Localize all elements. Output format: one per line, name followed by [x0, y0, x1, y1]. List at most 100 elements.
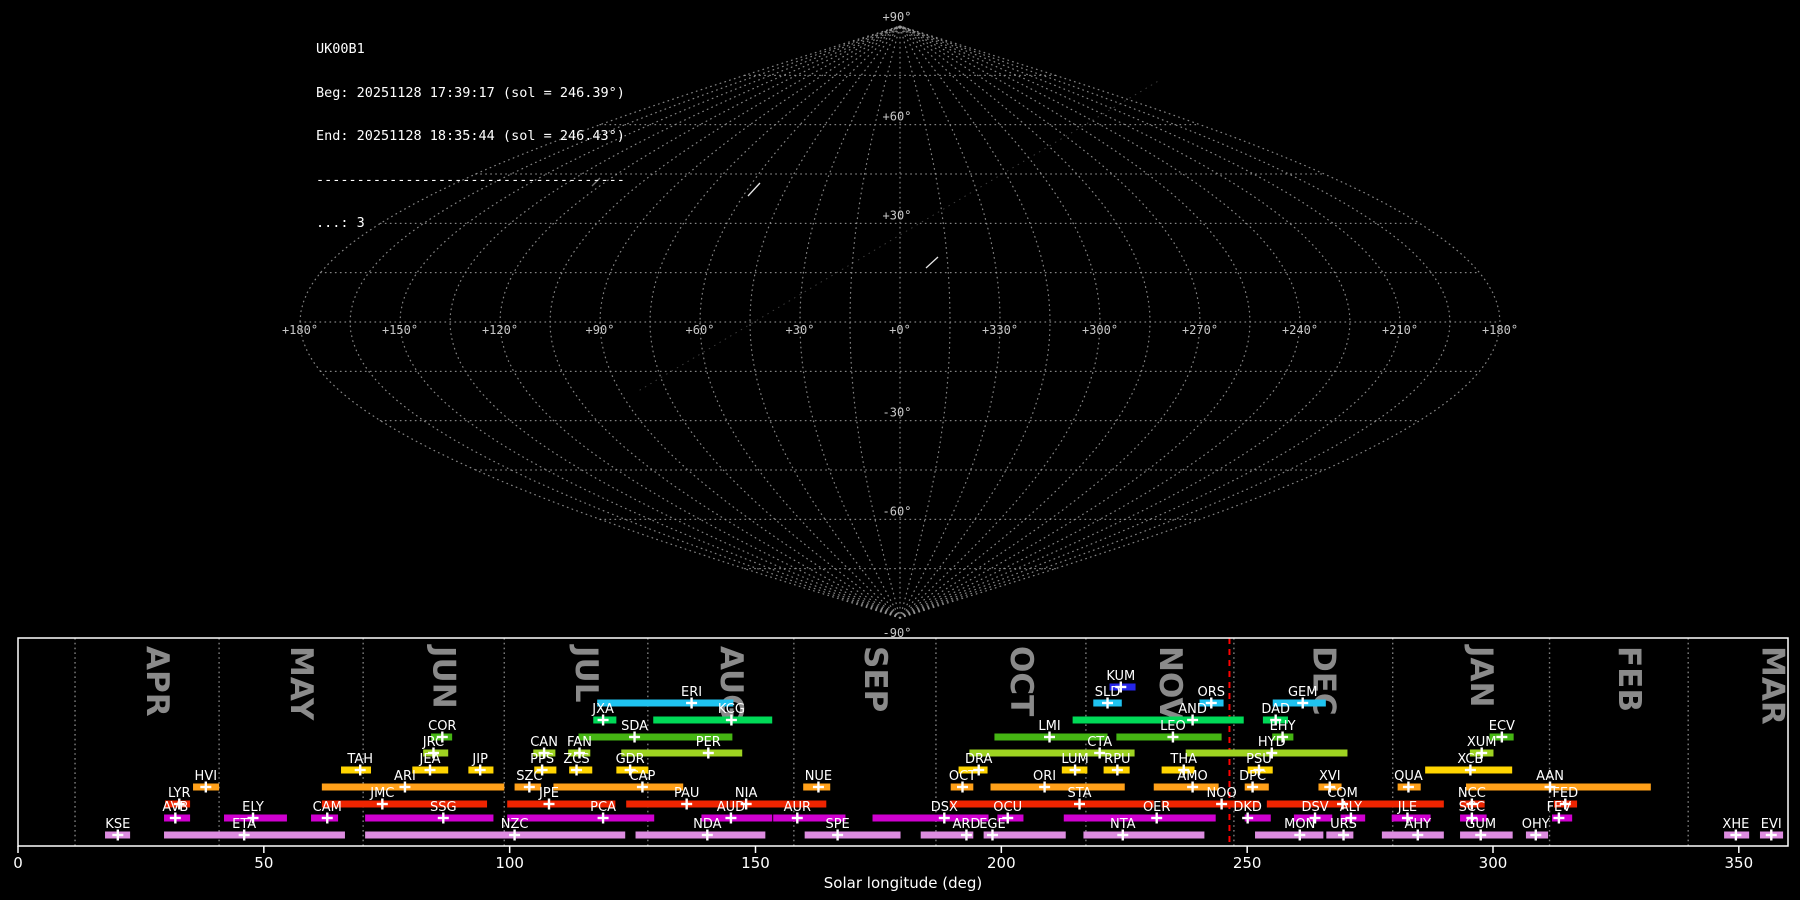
- shower-label-JMC: JMC: [369, 786, 394, 801]
- shower-label-KCG: KCG: [718, 702, 745, 717]
- meteor-observation-screen: +180° +150° +120° +90° +60° +30° +0° +330° +300°…: [0, 0, 1800, 900]
- shower-label-DSX: DSX: [931, 800, 958, 815]
- shower-label-MON: MON: [1284, 817, 1315, 832]
- shower-label-GDR: GDR: [616, 752, 645, 767]
- shower-label-SPE: SPE: [825, 817, 849, 832]
- shower-label-ORS: ORS: [1198, 685, 1226, 700]
- shower-label-NCC: NCC: [1458, 786, 1486, 801]
- shower-bar-MON: [1255, 831, 1324, 839]
- shower-label-JPE: JPE: [538, 786, 559, 801]
- shower-label-JLE: JLE: [1397, 800, 1417, 815]
- shower-label-AMO: AMO: [1177, 769, 1207, 784]
- shower-label-XUM: XUM: [1467, 735, 1497, 750]
- shower-bar-ETA: [164, 831, 345, 839]
- shower-label-DKD: DKD: [1233, 800, 1262, 815]
- shower-label-NIA: NIA: [735, 786, 758, 801]
- shower-label-ARD: ARD: [952, 817, 980, 832]
- shower-label-NDA: NDA: [693, 817, 722, 832]
- shower-label-OER: OER: [1143, 800, 1170, 815]
- shower-bar-SPE: [804, 831, 901, 839]
- shower-bar-SSG: [365, 814, 494, 822]
- shower-label-AAN: AAN: [1536, 769, 1564, 784]
- axis-tick-label: 100: [495, 854, 524, 872]
- shower-label-AVB: AVB: [162, 800, 188, 815]
- shower-label-PSU: PSU: [1246, 752, 1272, 767]
- axis-tick-label: 300: [1479, 854, 1508, 872]
- shower-label-NUE: NUE: [805, 769, 832, 784]
- shower-label-QUA: QUA: [1394, 769, 1423, 784]
- shower-label-SSG: SSG: [430, 800, 457, 815]
- shower-bar-ARI: [321, 783, 505, 791]
- month-label: MAY: [283, 646, 319, 721]
- separator-line: --------------------------------------: [316, 171, 625, 188]
- shower-label-DSV: DSV: [1301, 800, 1328, 815]
- shower-label-FAN: FAN: [567, 735, 592, 750]
- shower-label-CAN: CAN: [530, 735, 558, 750]
- shower-label-LUM: LUM: [1061, 752, 1088, 767]
- shower-label-XVI: XVI: [1319, 769, 1341, 784]
- shower-label-TAH: TAH: [346, 752, 373, 767]
- month-label: JAN: [1463, 644, 1499, 707]
- shower-label-JXA: JXA: [591, 702, 614, 717]
- shower-bar-CAP: [553, 783, 684, 791]
- shower-label-CAM: CAM: [313, 800, 342, 815]
- shower-bar-PAU: [626, 800, 729, 808]
- shower-label-JIP: JIP: [471, 752, 488, 767]
- shower-bar-PCA: [507, 814, 655, 822]
- shower-label-OCT: OCT: [949, 769, 976, 784]
- shower-label-PPS: PPS: [530, 752, 554, 767]
- month-label: OCT: [1003, 646, 1039, 716]
- shower-label-SDA: SDA: [621, 719, 648, 734]
- shower-label-CAP: CAP: [630, 769, 656, 784]
- detections-count-line: ...: 3: [316, 215, 365, 231]
- shower-label-OHY: OHY: [1522, 817, 1550, 832]
- shower-bar-ORI: [990, 783, 1125, 791]
- shower-label-FEV: FEV: [1547, 800, 1572, 815]
- shower-label-GUM: GUM: [1465, 817, 1496, 832]
- shower-label-COR: COR: [428, 719, 456, 734]
- observation-info-block: UK00B1 Beg: 20251128 17:39:17 (sol = 246…: [316, 13, 625, 260]
- shower-label-EHY: EHY: [1270, 719, 1296, 734]
- end-time-line: End: 20251128 18:35:44 (sol = 246.43°): [316, 128, 625, 144]
- shower-bar-STA: [949, 800, 1154, 808]
- shower-label-LEO: LEO: [1160, 719, 1186, 734]
- shower-bar-NDA: [635, 831, 766, 839]
- shower-label-XCB: XCB: [1457, 752, 1483, 767]
- shower-label-AHY: AHY: [1404, 817, 1431, 832]
- shower-label-JEA: JEA: [419, 752, 441, 767]
- shower-bar-ERI: [597, 699, 734, 707]
- shower-label-LMI: LMI: [1038, 719, 1060, 734]
- shower-bar-NTA: [1083, 831, 1205, 839]
- shower-bar-JMC: [321, 800, 488, 808]
- shower-bar-KCG: [653, 716, 773, 724]
- month-label: SEP: [857, 646, 893, 712]
- shower-label-KUM: KUM: [1106, 669, 1135, 684]
- shower-label-THA: THA: [1169, 752, 1197, 767]
- month-label: APR: [139, 646, 175, 717]
- shower-label-OCU: OCU: [993, 800, 1022, 815]
- shower-label-NOO: NOO: [1206, 786, 1236, 801]
- shower-bar-GUM: [1460, 831, 1513, 839]
- month-label: JUL: [568, 644, 604, 702]
- shower-label-EVI: EVI: [1761, 817, 1782, 832]
- begin-time-line: Beg: 20251128 17:39:17 (sol = 246.39°): [316, 84, 625, 101]
- shower-label-CTA: CTA: [1087, 735, 1112, 750]
- shower-label-HYD: HYD: [1258, 735, 1286, 750]
- shower-label-ECV: ECV: [1489, 719, 1515, 734]
- shower-label-STA: STA: [1067, 786, 1091, 801]
- month-label: MAR: [1755, 646, 1791, 725]
- axis-tick-label: 0: [13, 854, 23, 872]
- shower-label-DAD: DAD: [1261, 702, 1290, 717]
- shower-label-PCA: PCA: [590, 800, 616, 815]
- axis-tick-label: 250: [1233, 854, 1262, 872]
- shower-label-COM: COM: [1327, 786, 1358, 801]
- shower-label-ALY: ALY: [1340, 800, 1362, 815]
- axis-tick-label: 50: [254, 854, 273, 872]
- shower-label-FED: FED: [1552, 786, 1578, 801]
- shower-label-JRC: JRC: [422, 735, 444, 750]
- month-label: FEB: [1611, 646, 1647, 712]
- shower-label-URS: URS: [1330, 817, 1357, 832]
- shower-label-LYR: LYR: [168, 786, 191, 801]
- axis-tick-label: 350: [1725, 854, 1754, 872]
- shower-label-DRA: DRA: [965, 752, 993, 767]
